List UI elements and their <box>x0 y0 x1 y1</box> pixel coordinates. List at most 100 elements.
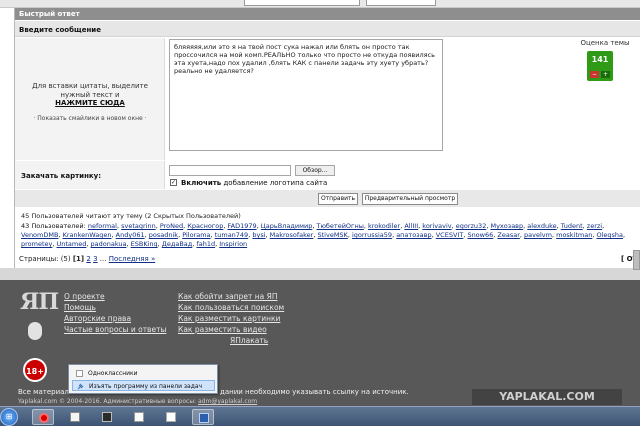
file-path-input[interactable] <box>169 165 291 176</box>
logo-checkbox[interactable]: ✓ <box>170 179 177 186</box>
topic-rating-badge: 141 − + <box>587 51 613 81</box>
footer-link-search-howto[interactable]: Как пользоваться поиском <box>178 303 284 312</box>
readers-summary: 45 Пользователей читают эту тему (2 Скры… <box>21 212 241 220</box>
user-separator: , <box>602 222 605 230</box>
user-link[interactable]: neformal <box>88 222 117 230</box>
user-link[interactable]: padonakua <box>91 240 127 248</box>
word-taskbar-button[interactable] <box>192 409 214 425</box>
user-link[interactable]: tuman749 <box>215 231 249 239</box>
page-3-link[interactable]: 3 <box>93 255 97 263</box>
user-link[interactable]: ЦарьВладимир <box>261 222 313 230</box>
user-link[interactable]: ДедаВад <box>162 240 193 248</box>
user-link[interactable]: ESBKing <box>131 240 158 248</box>
user-link[interactable]: KrankenWagen <box>63 231 112 239</box>
user-link[interactable]: fah1d <box>196 240 215 248</box>
user-link[interactable]: VenomDMB <box>21 231 58 239</box>
user-link[interactable]: ТюбетейОгны <box>316 222 363 230</box>
footer-link-video-howto[interactable]: Как разместить видео <box>178 325 267 334</box>
top-field-2[interactable] <box>366 0 436 6</box>
blank-file-icon <box>166 412 176 422</box>
user-link[interactable]: Untamed <box>57 240 87 248</box>
browse-button[interactable]: Обзор... <box>295 165 335 176</box>
user-link[interactable]: bysi <box>252 231 265 239</box>
windows-orb-icon[interactable]: ⊞ <box>0 408 18 426</box>
rating-minus-button[interactable]: − <box>590 71 599 78</box>
submit-bar: Отправить Предварительный просмотр <box>15 190 640 207</box>
show-smilies-link[interactable]: · Показать смайлики в новом окне · <box>15 115 165 122</box>
user-link[interactable]: egorzu32 <box>456 222 487 230</box>
jump-list-item-odnoklassniki[interactable]: Одноклассники <box>72 368 215 379</box>
last-page-link[interactable]: Последняя » <box>109 255 156 263</box>
message-textarea[interactable]: бляяяяя,или это я на твой пост сука нажа… <box>169 39 443 151</box>
windows-taskbar: ⊞ <box>0 406 640 426</box>
page-gap <box>0 268 640 280</box>
footer-link-copyright[interactable]: Авторские права <box>64 314 131 323</box>
user-links: neformal, svetagrinn, ProNed, Красногор,… <box>21 222 625 248</box>
user-link[interactable]: prometey <box>21 240 52 248</box>
previous-section-strip <box>0 0 640 8</box>
topic-rating-label: Оценка темы <box>580 39 630 47</box>
admin-email-link[interactable]: adm@yaplakal.com <box>198 398 257 405</box>
user-link[interactable]: moskitman <box>556 231 592 239</box>
logo-checkbox-label: Включить добавление логотипа сайта <box>181 179 327 187</box>
user-link[interactable]: krokodiler <box>368 222 400 230</box>
blank-file-taskbar-button[interactable] <box>160 409 182 425</box>
user-link[interactable]: zerzi <box>587 222 602 230</box>
send-button[interactable]: Отправить <box>318 193 358 205</box>
quote-insert-link[interactable]: НАЖМИТЕ СЮДА <box>15 99 165 107</box>
user-link[interactable]: ProNed <box>160 222 183 230</box>
user-link[interactable]: AllIII <box>404 222 418 230</box>
user-link[interactable]: Pilorama <box>182 231 210 239</box>
copyright-text: Yaplakal.com © 2004-2016. Административн… <box>18 398 198 405</box>
user-link[interactable]: igorrussia59 <box>352 231 392 239</box>
user-link[interactable]: FAD1979 <box>227 222 256 230</box>
logo-label-bold: Включить <box>181 179 222 187</box>
footer-link-help[interactable]: Помощь <box>64 303 96 312</box>
user-link[interactable]: svetagrinn <box>121 222 156 230</box>
user-link[interactable]: VCESVIT <box>436 231 464 239</box>
user-link[interactable]: StiveMSK <box>318 231 348 239</box>
user-link[interactable]: korivaviv <box>422 222 451 230</box>
user-link[interactable]: alexduke <box>527 222 556 230</box>
enter-message-heading: Введите сообщение <box>15 21 640 37</box>
user-link[interactable]: Makrosofaker <box>270 231 314 239</box>
footer-notice-start: Все материал <box>18 388 69 396</box>
user-link[interactable]: Inspirion <box>219 240 247 248</box>
jump-list-item-unpin[interactable]: Изъять программу из панели задач <box>72 380 215 391</box>
media-taskbar-button[interactable] <box>96 409 118 425</box>
user-link[interactable]: posadnik <box>149 231 178 239</box>
site-logo[interactable]: ЯП <box>20 289 59 315</box>
user-link[interactable]: Andy061 <box>116 231 145 239</box>
opera-icon <box>39 413 49 423</box>
user-link[interactable]: Красногор <box>187 222 223 230</box>
file-taskbar-button[interactable] <box>128 409 150 425</box>
opera-taskbar-button[interactable] <box>32 409 54 425</box>
footer-link-about[interactable]: О проекте <box>64 292 105 301</box>
quick-reply-title: Быстрый ответ <box>15 8 640 20</box>
footer-link-bypass-ban[interactable]: Как обойти запрет на ЯП <box>178 292 278 301</box>
yaplakal-watermark: YAPLAKAL.COM <box>472 389 622 405</box>
preview-button[interactable]: Предварительный просмотр <box>362 193 458 205</box>
user-link[interactable]: Мухозавр <box>490 222 523 230</box>
user-link[interactable]: Olegsha <box>597 231 624 239</box>
footer-link-faq[interactable]: Частые вопросы и ответы <box>64 325 166 334</box>
document-taskbar-button[interactable] <box>64 409 86 425</box>
user-link[interactable]: Zeasar <box>497 231 519 239</box>
user-link[interactable]: апатозавр <box>396 231 431 239</box>
user-link[interactable]: pavelvm <box>524 231 552 239</box>
footer-link-yaplakat[interactable]: ЯПлакать <box>230 336 268 345</box>
tear-drop-icon <box>28 322 42 340</box>
rating-plus-button[interactable]: + <box>601 71 610 78</box>
user-separator: , <box>623 231 626 239</box>
user-link[interactable]: Tudent <box>561 222 583 230</box>
active-users-prefix: 43 Пользователей: <box>21 222 86 230</box>
quick-reply-panel: Быстрый ответ Введите сообщение Для вста… <box>14 8 640 268</box>
page-2-link[interactable]: 2 <box>86 255 90 263</box>
logo-label-rest: добавление логотипа сайта <box>223 179 328 187</box>
footer-link-images-howto[interactable]: Как разместить картинки <box>178 314 280 323</box>
scrollbar-thumb[interactable] <box>633 250 640 270</box>
user-link[interactable]: Snow66 <box>467 231 493 239</box>
quote-hint-cell: Для вставки цитаты, выделите нужный текс… <box>15 38 165 160</box>
taskbar-jump-list: Одноклассники Изъять программу из панели… <box>68 364 218 394</box>
top-field[interactable] <box>244 0 360 6</box>
